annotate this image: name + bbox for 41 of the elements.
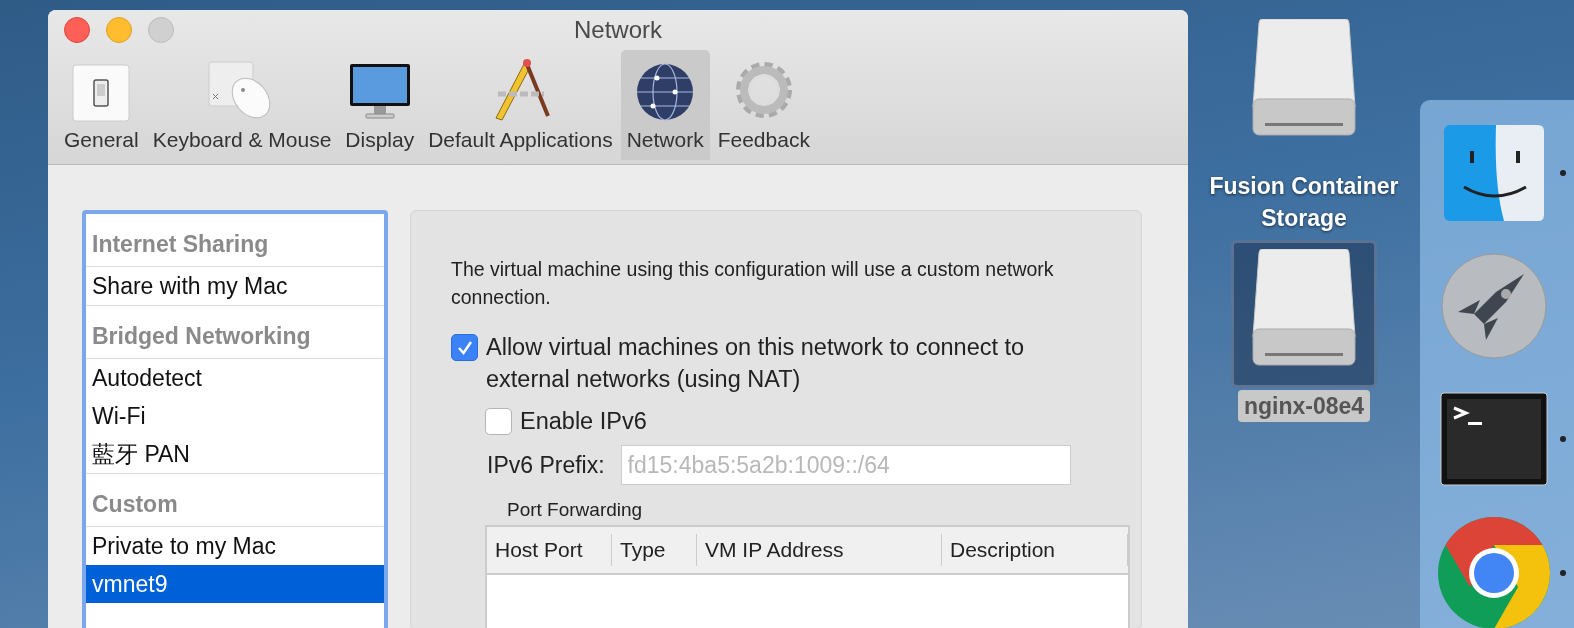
column-header[interactable]: VM IP Address xyxy=(697,534,942,566)
list-item[interactable]: 藍牙 PAN xyxy=(86,435,384,474)
terminal-icon[interactable] xyxy=(1440,392,1548,486)
list-item[interactable]: Wi-Fi xyxy=(86,397,384,435)
list-item[interactable]: Autodetect xyxy=(86,359,384,397)
drive-icon xyxy=(1251,19,1357,137)
nat-checkbox[interactable] xyxy=(451,334,478,361)
list-section-header: Custom xyxy=(86,474,384,527)
switch-icon xyxy=(72,64,131,122)
toolbar-tab[interactable]: Keyboard & Mouse xyxy=(146,50,338,160)
list-item[interactable]: Share with my Mac xyxy=(86,267,384,306)
column-header[interactable]: Type xyxy=(612,534,697,566)
list-item[interactable]: vmnet9 xyxy=(86,565,384,603)
globe-icon xyxy=(635,62,696,122)
list-section-header: Bridged Networking xyxy=(86,306,384,359)
description-text: The virtual machine using this configuration will use a custom network connection. xyxy=(451,257,1055,310)
monitor-icon xyxy=(347,62,412,122)
rocket-icon[interactable] xyxy=(1440,252,1548,360)
smiling-face-icon[interactable] xyxy=(1444,125,1544,221)
toolbar-tab[interactable]: General xyxy=(58,50,145,160)
toolbar-tab[interactable]: Default Applications xyxy=(422,50,619,160)
ipv6-checkbox-label: Enable IPv6 xyxy=(520,407,648,436)
prefix-field[interactable]: fd15:4ba5:5a2b:1009::/64 xyxy=(620,445,1071,485)
close-button[interactable] xyxy=(64,17,90,43)
list-item[interactable]: Private to my Mac xyxy=(86,527,384,565)
nat-checkbox-label: Allow virtual machines on this network to connect to external networks (using NAT) xyxy=(486,333,1026,394)
column-header[interactable]: Description xyxy=(942,534,1128,566)
drive-label[interactable]: Fusion Container Storage xyxy=(1194,170,1414,234)
list-section-header: Internet Sharing xyxy=(86,214,384,267)
column-header[interactable]: Host Port xyxy=(487,534,612,566)
toolbar-tab[interactable]: Display xyxy=(339,50,421,160)
chrome-icon[interactable] xyxy=(1438,517,1550,628)
ipv6-checkbox[interactable] xyxy=(485,408,512,435)
toolbar-tab[interactable]: Network xyxy=(620,50,710,160)
window-title: Network xyxy=(574,16,662,44)
port-forwarding-label: Port Forwarding xyxy=(507,499,644,521)
drive-label[interactable]: nginx-08e4 xyxy=(1237,390,1371,422)
toolbar-tab[interactable]: Feedback xyxy=(711,50,816,160)
drive-icon-frame[interactable] xyxy=(1231,240,1377,388)
prefix-label: IPv6 Prefix: xyxy=(487,451,605,479)
drive-icon xyxy=(1251,249,1357,367)
